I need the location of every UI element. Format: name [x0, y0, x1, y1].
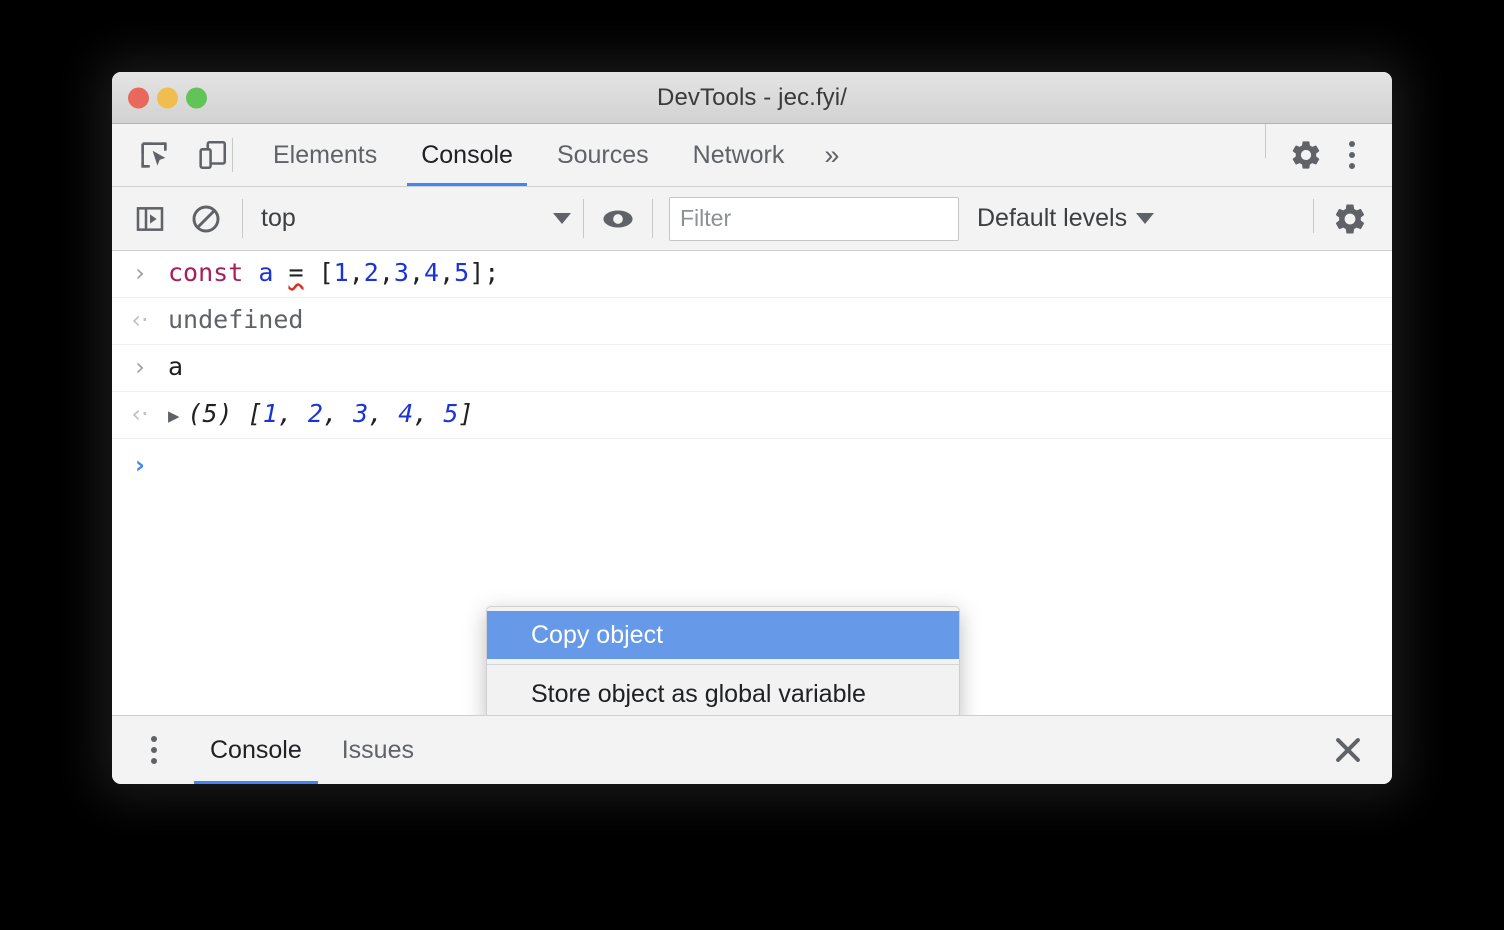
message-gutter-icon: ‹·	[131, 306, 149, 334]
chevron-down-icon	[1136, 213, 1155, 224]
message-gutter-icon: ›	[135, 353, 145, 381]
menu-item-copy-object[interactable]: Copy object	[487, 611, 959, 659]
inspect-element-icon[interactable]	[134, 135, 174, 175]
console-message-text: const a = [1,2,3,4,5];	[168, 258, 1392, 288]
token-comma: ,	[408, 258, 425, 287]
token-bracket: [	[247, 399, 263, 428]
token-number: 4	[398, 399, 414, 428]
console-toolbar-divider-2	[583, 199, 584, 238]
console-toolbar: top Default levels	[112, 187, 1392, 251]
more-tabs-chevron-icon[interactable]: »	[806, 124, 857, 186]
chevron-down-icon	[553, 213, 571, 224]
console-settings-icon[interactable]	[1330, 199, 1370, 239]
drawer-tab-issues[interactable]: Issues	[322, 716, 434, 784]
prompt-gutter: ›	[112, 451, 168, 479]
token-undefined: undefined	[168, 305, 304, 334]
token-comma: ,	[439, 258, 455, 287]
menu-item-store-object-as-global-variable[interactable]: Store object as global variable	[487, 670, 959, 715]
console-message-input[interactable]: › a	[112, 345, 1392, 392]
console-message-result[interactable]: ‹· undefined	[112, 298, 1392, 345]
prompt-chevron-icon: ›	[135, 451, 145, 479]
maximize-window-button[interactable]	[186, 87, 207, 108]
token-comma: ,	[322, 399, 354, 428]
execution-context-value: top	[261, 204, 296, 232]
console-toolbar-divider-4	[1313, 198, 1314, 233]
console-drawer: Console Issues	[112, 715, 1392, 784]
console-object-preview[interactable]: ▶ (5) [1, 2, 3, 4, 5]	[168, 399, 1392, 429]
settings-icon[interactable]	[1286, 135, 1326, 175]
token-number: 3	[353, 399, 369, 428]
token-comma: ,	[277, 399, 308, 428]
console-message-input[interactable]: › const a = [1,2,3,4,5];	[112, 251, 1392, 298]
token-comma: ,	[413, 399, 444, 428]
token-number: 2	[307, 399, 323, 428]
expand-triangle-icon[interactable]: ▶	[168, 405, 179, 427]
tabbar-right-divider	[1265, 124, 1266, 158]
minimize-window-button[interactable]	[157, 87, 178, 108]
console-message-text: undefined	[168, 305, 1392, 335]
close-window-button[interactable]	[128, 87, 149, 108]
menu-separator	[487, 664, 959, 665]
console-message-text: a	[168, 352, 1392, 382]
kebab-dots	[151, 736, 157, 764]
devtools-tabbar: Elements Console Sources Network »	[112, 124, 1392, 187]
kebab-dots	[1349, 141, 1355, 169]
token-operator-misspelled: =	[288, 258, 304, 287]
clear-console-icon[interactable]	[186, 199, 226, 239]
filter-input[interactable]	[669, 196, 959, 241]
drawer-tab-console[interactable]: Console	[190, 716, 322, 784]
panel-tabs: Elements Console Sources Network »	[251, 124, 857, 186]
close-drawer-button[interactable]	[1328, 730, 1368, 770]
token-number: 1	[262, 399, 278, 428]
token-number: 5	[454, 258, 470, 287]
execution-context-select[interactable]: top	[243, 204, 583, 233]
token-comma: ,	[368, 399, 399, 428]
console-prompt-row[interactable]: ›	[112, 439, 1392, 487]
token-terminator: ];	[469, 258, 500, 287]
log-levels-select[interactable]: Default levels	[977, 204, 1155, 233]
message-gutter-icon: ‹·	[131, 400, 149, 428]
window-titlebar: DevTools - jec.fyi/	[112, 72, 1392, 124]
tab-elements[interactable]: Elements	[251, 124, 399, 186]
console-toolbar-divider-3	[652, 199, 653, 238]
token-number: 2	[363, 258, 379, 287]
token-bracket: ]	[458, 399, 474, 428]
tabbar-divider	[232, 138, 233, 172]
message-gutter-icon: ›	[135, 259, 145, 287]
tab-network[interactable]: Network	[671, 124, 807, 186]
drawer-tabs: Console Issues	[190, 716, 434, 784]
tab-console[interactable]: Console	[399, 124, 535, 186]
token-keyword: const	[168, 258, 244, 287]
token-comma: ,	[348, 258, 364, 287]
token-number: 1	[333, 258, 349, 287]
token-number: 3	[393, 258, 409, 287]
live-expression-eye-icon[interactable]	[598, 199, 638, 239]
window-title: DevTools - jec.fyi/	[657, 83, 847, 111]
token-comma: ,	[378, 258, 394, 287]
console-message-list[interactable]: › const a = [1,2,3,4,5]; ‹· undefined › …	[112, 251, 1392, 715]
token-bracket: [	[318, 258, 334, 287]
console-sidebar-icon[interactable]	[130, 199, 170, 239]
token-number: 5	[443, 399, 459, 428]
drawer-more-options-icon[interactable]	[134, 730, 174, 770]
more-options-icon[interactable]	[1332, 135, 1372, 175]
device-toolbar-icon[interactable]	[192, 135, 232, 175]
devtools-window: DevTools - jec.fyi/ Elements Console Sou…	[112, 72, 1392, 784]
token-identifier: a	[168, 352, 184, 381]
tab-sources[interactable]: Sources	[535, 124, 671, 186]
log-levels-label: Default levels	[977, 204, 1128, 232]
traffic-lights	[128, 87, 207, 108]
token-identifier: a	[258, 258, 274, 287]
context-menu: Copy object Store object as global varia…	[486, 606, 960, 715]
array-length: (5)	[187, 399, 233, 428]
token-number: 4	[424, 258, 440, 287]
console-message-object-result[interactable]: ‹· ▶ (5) [1, 2, 3, 4, 5]	[112, 392, 1392, 439]
